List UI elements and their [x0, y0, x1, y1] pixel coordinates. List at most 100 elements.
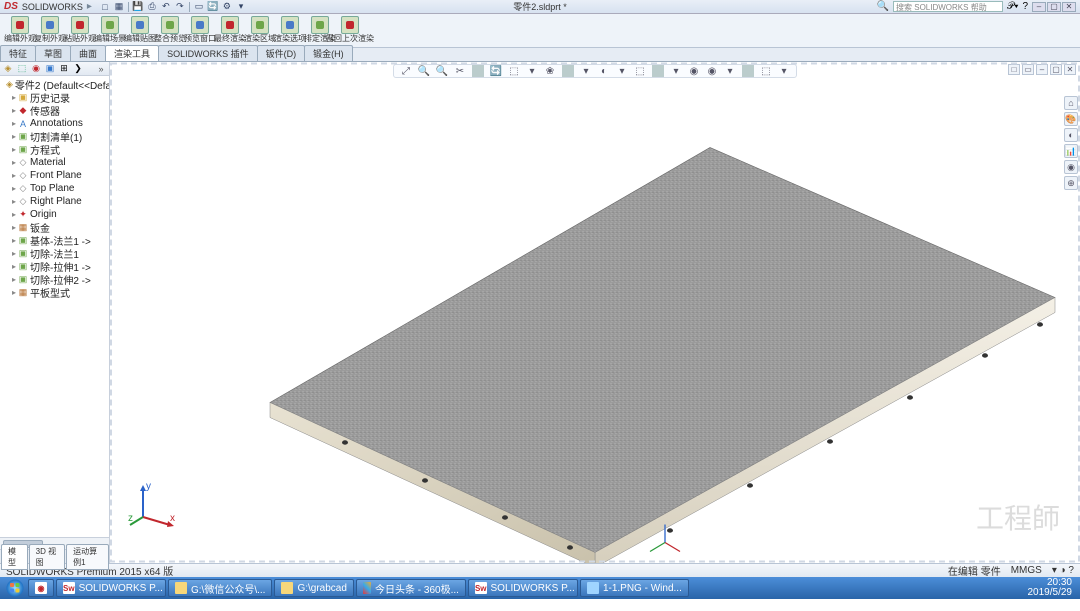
tree-config-icon[interactable]: ⬚ — [16, 63, 28, 75]
tree-expand-icon[interactable]: ❯ — [72, 63, 84, 75]
tree-display-icon[interactable]: ◉ — [30, 63, 42, 75]
expand-icon[interactable]: ▸ — [12, 145, 16, 154]
expand-icon[interactable]: ▸ — [12, 184, 16, 193]
feat-icon: ▣ — [18, 236, 28, 246]
expand-icon[interactable]: ▸ — [12, 197, 16, 206]
qa-undo-icon[interactable]: ↶ — [161, 2, 171, 12]
tab-钣件(D)[interactable]: 钣件(D) — [257, 45, 306, 61]
ribbon-渲染区域[interactable]: 渲染区域 — [246, 16, 274, 43]
expand-icon[interactable]: ▸ — [12, 106, 16, 115]
qa-select-icon[interactable]: ▭ — [194, 2, 204, 12]
taskpane-tab-0[interactable]: ⌂ — [1064, 96, 1078, 110]
orientation-triad[interactable]: y x z — [128, 477, 178, 527]
start-button[interactable] — [4, 579, 26, 597]
ribbon-icon — [101, 16, 119, 34]
status-extra-icons[interactable]: ▾ ◑ ? — [1052, 565, 1074, 576]
expand-icon[interactable]: ▸ — [12, 223, 16, 232]
ribbon-最终渲染[interactable]: 最终渲染 — [216, 16, 244, 43]
ribbon-渲染选项[interactable]: 渲染选项 — [276, 16, 304, 43]
qa-print-icon[interactable]: ⎙ — [147, 2, 157, 12]
ribbon-整合预览[interactable]: 整合预览 — [156, 16, 184, 43]
minimize-button[interactable]: – — [1032, 2, 1046, 12]
tab-草图[interactable]: 草图 — [35, 45, 71, 61]
expand-icon[interactable]: ▸ — [12, 236, 16, 245]
expand-icon[interactable]: ▸ — [12, 249, 16, 258]
taskbar-app[interactable]: G:\微信公众号\... — [168, 579, 272, 597]
separator — [128, 2, 129, 12]
system-tray[interactable]: 20:30 2019/5/29 — [1028, 578, 1077, 598]
taskpane-tab-1[interactable]: 🎨 — [1064, 112, 1078, 126]
status-units[interactable]: MMGS — [1011, 565, 1042, 576]
expand-icon[interactable]: ▸ — [12, 132, 16, 141]
ribbon-召回上次渲染[interactable]: 召回上次渲染 — [336, 16, 364, 43]
tree-appearance-icon[interactable]: ▣ — [44, 63, 56, 75]
tree-item-label: Right Plane — [30, 196, 82, 207]
ribbon-编辑场景[interactable]: 编辑场景 — [96, 16, 124, 43]
taskpane-tab-3[interactable]: 📊 — [1064, 144, 1078, 158]
taskbar-app[interactable]: 1-1.PNG - Wind... — [580, 579, 689, 597]
taskpane-tab-4[interactable]: ◉ — [1064, 160, 1078, 174]
tree-tab-运动算例1[interactable]: 运动算例1 — [66, 544, 109, 570]
taskbar-app[interactable]: SwSOLIDWORKS P... — [468, 579, 578, 597]
help-dropdown-icon[interactable]: 𝒫▾ — [1007, 1, 1018, 12]
maximize-button[interactable]: ▢ — [1047, 2, 1061, 12]
tab-曲面[interactable]: 曲面 — [70, 45, 106, 61]
qa-open-icon[interactable]: ▦ — [114, 2, 124, 12]
taskpane-tab-2[interactable]: ◐ — [1064, 128, 1078, 142]
ribbon-编辑外观[interactable]: 编辑外观 — [6, 16, 34, 43]
tree-item[interactable]: ▸◇Material — [0, 156, 109, 169]
help-search-input[interactable]: 搜索 SOLIDWORKS 帮助 — [893, 1, 1003, 12]
expand-icon[interactable]: ▸ — [12, 288, 16, 297]
qa-options-icon[interactable]: ⚙ — [222, 2, 232, 12]
model-render — [110, 62, 1080, 563]
tree-item[interactable]: ▸◇Front Plane — [0, 169, 109, 182]
tree-item[interactable]: ▸◇Right Plane — [0, 195, 109, 208]
tree-item-label: Front Plane — [30, 170, 82, 181]
close-button[interactable]: ✕ — [1062, 2, 1076, 12]
tab-SOLIDWORKS 插件[interactable]: SOLIDWORKS 插件 — [158, 45, 258, 61]
taskpane-tab-5[interactable]: ⊕ — [1064, 176, 1078, 190]
taskbar-app[interactable]: G:\grabcad — [274, 579, 353, 597]
tree-feature-icon[interactable]: ◈ — [2, 63, 14, 75]
tree-item[interactable]: ▸◇Top Plane — [0, 182, 109, 195]
taskbar-app[interactable]: ◉ — [28, 579, 54, 597]
expand-icon[interactable]: ▸ — [12, 119, 16, 128]
ribbon-预览窗口[interactable]: 预览窗口 — [186, 16, 214, 43]
tree-filter-icon[interactable]: ⊞ — [58, 63, 70, 75]
graphics-viewport[interactable]: ⤢🔍🔍✂🔄⬚▾❀▾◐▾⬚▾◉◉▾⬚▾ □ ▭ – ▢ ✕ — [110, 62, 1080, 563]
taskbar-app-icon: Sw — [63, 582, 75, 594]
feature-tree[interactable]: ◈ 零件2 (Default<<Default>_显 ▸▣历史记录▸◆传感器▸A… — [0, 76, 109, 537]
tab-渲染工具[interactable]: 渲染工具 — [105, 45, 159, 61]
taskbar-app[interactable]: SwSOLIDWORKS P... — [56, 579, 166, 597]
tree-tab-模型[interactable]: 模型 — [1, 544, 28, 570]
main-area: ◈ ⬚ ◉ ▣ ⊞ ❯ » ◈ 零件2 (Default<<Default>_显… — [0, 62, 1080, 563]
expand-icon[interactable]: ▸ — [12, 275, 16, 284]
help-icon[interactable]: ? — [1022, 1, 1028, 12]
ribbon-粘贴外观[interactable]: 粘贴外观 — [66, 16, 94, 43]
expand-icon[interactable]: ▸ — [12, 171, 16, 180]
qa-rebuild-icon[interactable]: 🔄 — [208, 2, 218, 12]
tree-tab-3D 视图[interactable]: 3D 视图 — [29, 544, 66, 570]
tab-特征[interactable]: 特征 — [0, 45, 36, 61]
tree-item[interactable]: ▸◆传感器 — [0, 104, 109, 117]
ribbon-复制外观[interactable]: 复制外观 — [36, 16, 64, 43]
taskbar-app[interactable]: 今日头条 - 360极... — [356, 579, 466, 597]
qa-dropdown-icon[interactable]: ▾ — [236, 2, 246, 12]
ribbon-label: 编辑贴图 — [124, 35, 156, 43]
tree-item-label: Annotations — [30, 118, 83, 129]
qa-save-icon[interactable]: 💾 — [133, 2, 143, 12]
tree-item[interactable]: ▸▣方程式 — [0, 143, 109, 156]
expand-icon[interactable]: ▸ — [12, 93, 16, 102]
ribbon-编辑贴图[interactable]: 编辑贴图 — [126, 16, 154, 43]
search-icon[interactable]: 🔍 — [877, 1, 889, 12]
tree-collapse-button[interactable]: » — [95, 63, 107, 75]
expand-icon[interactable]: ▸ — [12, 210, 16, 219]
tab-锻金(H)[interactable]: 锻金(H) — [304, 45, 353, 61]
feat-icon: ▣ — [18, 262, 28, 272]
qa-redo-icon[interactable]: ↷ — [175, 2, 185, 12]
tree-item[interactable]: ▸▦平板型式 — [0, 286, 109, 299]
expand-icon[interactable]: ▸ — [12, 262, 16, 271]
expand-icon[interactable]: ▸ — [12, 158, 16, 167]
qa-new-icon[interactable]: □ — [100, 2, 110, 12]
tree-item[interactable]: ▸✦Origin — [0, 208, 109, 221]
